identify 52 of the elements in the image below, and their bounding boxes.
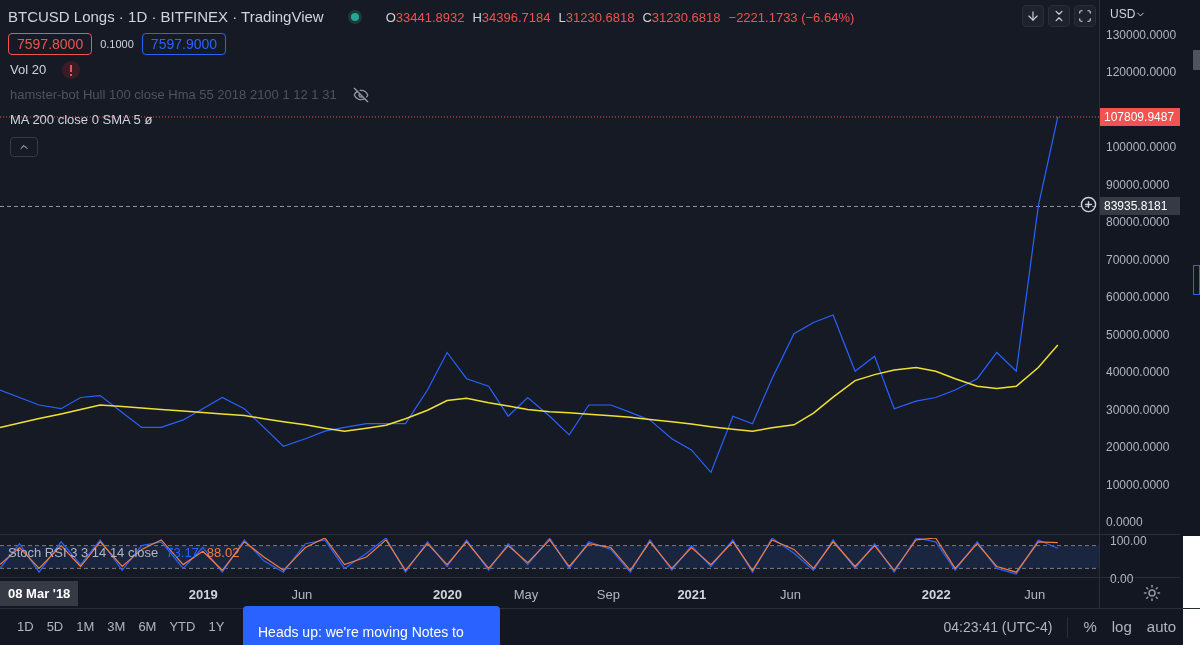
notice-text: Heads up: we're moving Notes to <box>258 624 464 640</box>
time-label: Jun <box>291 586 313 604</box>
change-value: −2221.1733 (−6.64%) <box>728 8 855 27</box>
price-axis-label: 70000.0000 <box>1106 251 1170 269</box>
range-button[interactable]: 1M <box>76 617 95 637</box>
range-button[interactable]: YTD <box>169 617 196 637</box>
price-axis-label: 120000.0000 <box>1106 64 1177 82</box>
ohlc-value: C31230.6818 <box>642 8 721 27</box>
sell-price[interactable]: 7597.8000 <box>8 33 93 55</box>
time-label: Sep <box>596 586 620 604</box>
price-axis-label: 50000.0000 <box>1106 326 1170 344</box>
price-axis-label: 100000.0000 <box>1106 139 1177 157</box>
indicator-label: Vol 20 <box>10 61 47 80</box>
chart-title: BTCUSD Longs · 1D · BITFINEX · TradingView <box>8 7 324 27</box>
crosshair-price-tag: 83935.8181 <box>1100 197 1180 216</box>
range-button[interactable]: 6M <box>138 617 157 637</box>
spread-value: 0.1000 <box>100 36 134 52</box>
range-button[interactable]: 3M <box>107 617 126 637</box>
price-axis-label: 130000.0000 <box>1106 26 1177 44</box>
time-label: Jun <box>780 586 801 604</box>
indicator-label: MA 200 close 0 SMA 5 ø <box>10 111 153 130</box>
last-price-tag: 107809.9487 <box>1100 107 1180 126</box>
scale-button[interactable]: % <box>1083 615 1097 639</box>
ohlc-value: L31230.6818 <box>558 8 635 27</box>
ohlc-value: H34396.7184 <box>472 8 551 27</box>
time-label: 2019 <box>188 586 218 604</box>
price-axis-label: 40000.0000 <box>1106 364 1170 382</box>
rsi-axis-label: 100.00 <box>1110 533 1147 550</box>
time-label: 2021 <box>677 586 707 604</box>
range-button[interactable]: 5D <box>46 617 64 637</box>
indicator-label: hamster-bot Hull 100 close Hma 55 2018 2100 1 12 1 31 <box>10 86 337 105</box>
clock: 04:23:41 (UTC-4) <box>943 616 1069 638</box>
time-label: Jun <box>1024 586 1046 604</box>
price-axis-label: 10000.0000 <box>1106 476 1170 494</box>
price-axis-label: 0.0000 <box>1106 514 1143 532</box>
range-button[interactable]: 1Y <box>208 617 225 637</box>
time-cursor-label: 08 Mar '18 <box>0 581 79 606</box>
scale-button[interactable]: log <box>1111 615 1132 639</box>
buy-price[interactable]: 7597.9000 <box>141 33 227 55</box>
price-axis-label: 30000.0000 <box>1106 401 1170 419</box>
rsi-axis-label: 0.00 <box>1110 571 1134 588</box>
price-axis-label: 90000.0000 <box>1106 176 1170 194</box>
time-label: 2020 <box>433 586 462 604</box>
time-label: 2022 <box>921 586 951 604</box>
currency-dropdown[interactable]: USD <box>1110 5 1147 23</box>
price-axis-label: 80000.0000 <box>1106 214 1170 232</box>
price-axis-label: 60000.0000 <box>1106 289 1170 307</box>
range-button[interactable]: 1D <box>17 617 34 637</box>
scale-button[interactable]: auto <box>1146 615 1176 639</box>
ohlc-value: O33441.8932 <box>385 8 465 27</box>
price-axis-label: 20000.0000 <box>1106 439 1170 457</box>
time-label: May <box>513 586 539 604</box>
